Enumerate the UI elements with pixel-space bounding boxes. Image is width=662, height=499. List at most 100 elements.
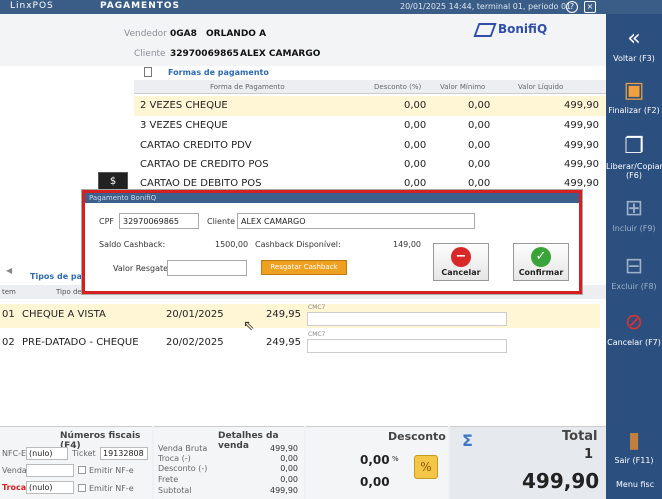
cmc7-input[interactable] bbox=[307, 339, 507, 353]
cancelar-label: Cancelar bbox=[441, 268, 481, 277]
troca-input[interactable]: (nulo) bbox=[26, 481, 74, 494]
desconto-pct[interactable]: 0,00 bbox=[360, 453, 390, 467]
forma-minimo: 0,00 bbox=[468, 159, 491, 170]
venda-label: Venda bbox=[2, 466, 27, 475]
formas-title: Formas de pagamento bbox=[168, 68, 269, 77]
app-name: LinxPOS bbox=[10, 1, 54, 11]
desconto-title: Desconto bbox=[388, 430, 446, 443]
detalhe-value: 499,90 bbox=[270, 444, 298, 453]
cmc7-input[interactable] bbox=[307, 312, 507, 326]
tipo-name: PRE-DATADO - CHEQUE bbox=[22, 337, 139, 348]
pct-sign: % bbox=[392, 455, 399, 463]
forma-name: CARTAO DE CREDITO POS bbox=[140, 159, 269, 170]
ticket-label: Ticket bbox=[72, 449, 96, 458]
formas-row[interactable]: CARTAO DE CREDITO POS 0,00 0,00 499,90 bbox=[134, 155, 606, 175]
liberar-label: Liberar/Copiar (F6) bbox=[606, 162, 662, 180]
tipo-valor: 249,95 bbox=[266, 309, 301, 320]
liberar-button[interactable]: ❐ Liberar/Copiar (F6) bbox=[606, 134, 662, 180]
cpf-input[interactable]: 32970069865 bbox=[119, 213, 199, 229]
cancelar-side-button[interactable]: ⊘ Cancelar (F7) bbox=[606, 310, 662, 347]
col-tipo: Tipo de bbox=[56, 288, 82, 296]
detalhe-value: 0,00 bbox=[280, 464, 298, 473]
formas-row[interactable]: 3 VEZES CHEQUE 0,00 0,00 499,90 bbox=[134, 116, 606, 136]
confirmar-button[interactable]: ✓ Confirmar bbox=[513, 243, 569, 281]
cash-icon[interactable]: $ bbox=[98, 172, 128, 192]
module-title: PAGAMENTOS bbox=[100, 1, 180, 11]
document-icon bbox=[144, 67, 152, 77]
forma-liquido: 499,90 bbox=[564, 100, 599, 111]
emitir-nfe-troca-checkbox[interactable] bbox=[78, 484, 86, 492]
forma-desconto: 0,00 bbox=[404, 120, 427, 131]
col-liquido: Valor Líquido bbox=[518, 83, 564, 91]
resgatar-cashback-button[interactable]: Resgatar Cashback bbox=[261, 260, 347, 275]
cancel-icon: ⊘ bbox=[624, 310, 644, 335]
incluir-label: Incluir (F9) bbox=[612, 224, 656, 233]
collapse-arrow-icon[interactable]: ◀ bbox=[6, 266, 12, 275]
dialog-cliente-input[interactable]: ALEX CAMARGO bbox=[237, 213, 475, 229]
forma-desconto: 0,00 bbox=[404, 140, 427, 151]
emitir-nfe-troca-label: Emitir NF-e bbox=[89, 484, 134, 493]
cliente-code: 32970069865 bbox=[170, 49, 239, 59]
disponivel-value: 149,00 bbox=[393, 240, 421, 249]
detalhe-value: 0,00 bbox=[280, 454, 298, 463]
tipo-data: 20/02/2025 bbox=[166, 337, 224, 348]
confirmar-label: Confirmar bbox=[518, 268, 564, 277]
tipo-item: 02 bbox=[2, 337, 15, 348]
finalizar-button[interactable]: ▣ Finalizar (F2) bbox=[606, 78, 662, 115]
venda-input[interactable] bbox=[26, 464, 74, 477]
voltar-button[interactable]: « Voltar (F3) bbox=[606, 26, 662, 63]
bonifiq-logo-text: BonifiQ bbox=[498, 22, 548, 36]
troca-label: Troca bbox=[2, 483, 27, 492]
total-value: 499,90 bbox=[522, 469, 600, 493]
forma-name: CARTAO CREDITO PDV bbox=[140, 140, 252, 151]
detalhes-panel: Detalhes da venda Venda Bruta 499,90 Tro… bbox=[154, 426, 304, 499]
cmc7-label: CMC7 bbox=[308, 331, 326, 338]
ticket-input[interactable]: 19132808 bbox=[100, 447, 148, 460]
emitir-nfe-label: Emitir NF-e bbox=[89, 466, 134, 475]
tipo-valor: 249,95 bbox=[266, 337, 301, 348]
title-bar: LinxPOS PAGAMENTOS 20/01/2025 14:44, ter… bbox=[0, 0, 662, 14]
formas-row[interactable]: 2 VEZES CHEQUE 0,00 0,00 499,90 bbox=[134, 96, 606, 116]
session-info: 20/01/2025 14:44, terminal 01, periodo 0… bbox=[400, 2, 572, 11]
nfce-label: NFC-E bbox=[2, 449, 27, 458]
detalhe-label: Subtotal bbox=[158, 486, 192, 495]
col-item: tem bbox=[2, 288, 16, 296]
cancelar-button[interactable]: − Cancelar bbox=[433, 243, 489, 281]
excluir-button[interactable]: ⊟ Excluir (F8) bbox=[606, 254, 662, 291]
incluir-button[interactable]: ⊞ Incluir (F9) bbox=[606, 196, 662, 233]
detalhe-value: 499,90 bbox=[270, 486, 298, 495]
emitir-nfe-checkbox[interactable] bbox=[78, 466, 86, 474]
bonifiq-logo: BonifiQ bbox=[473, 22, 576, 44]
add-card-icon: ⊞ bbox=[624, 196, 644, 221]
desconto-valor[interactable]: 0,00 bbox=[360, 475, 390, 489]
sair-button[interactable]: ▮ Sair (F11) bbox=[606, 428, 662, 465]
check-circle-icon: ✓ bbox=[531, 247, 551, 267]
tipo-data: 20/01/2025 bbox=[166, 309, 224, 320]
total-panel: Σ Total 1 499,90 bbox=[450, 426, 606, 499]
discount-tag-icon[interactable]: % bbox=[414, 455, 438, 479]
menu-fiscal-button[interactable]: Menu fisc bbox=[606, 480, 662, 489]
tipos-row[interactable]: 02 PRE-DATADO - CHEQUE 20/02/2025 249,95 bbox=[0, 332, 600, 356]
cashback-dialog: Pagamento BonifiQ CPF 32970069865 Client… bbox=[82, 190, 582, 294]
tipos-row[interactable]: 01 CHEQUE A VISTA 20/01/2025 249,95 bbox=[0, 304, 600, 328]
cliente-name: ALEX CAMARGO bbox=[240, 49, 321, 59]
col-desconto: Desconto (%) bbox=[374, 83, 422, 91]
cmc7-label: CMC7 bbox=[308, 304, 326, 311]
detalhe-label: Troca (-) bbox=[158, 454, 191, 463]
forma-liquido: 499,90 bbox=[564, 140, 599, 151]
close-icon[interactable]: × bbox=[584, 1, 596, 13]
bonifiq-mark-icon bbox=[473, 22, 497, 37]
forma-minimo: 0,00 bbox=[468, 140, 491, 151]
nfce-input[interactable]: (nulo) bbox=[26, 447, 68, 460]
col-forma: Forma de Pagamento bbox=[210, 83, 285, 91]
back-arrow-icon: « bbox=[627, 26, 641, 51]
forma-desconto: 0,00 bbox=[404, 178, 427, 189]
mouse-cursor-icon: ⇖ bbox=[243, 318, 255, 334]
total-title: Total bbox=[562, 429, 598, 444]
forma-name: 2 VEZES CHEQUE bbox=[140, 100, 228, 111]
resgate-input[interactable] bbox=[167, 260, 247, 276]
desconto-panel: Desconto 0,00 % 0,00 % bbox=[306, 426, 448, 499]
help-icon[interactable]: ? bbox=[566, 1, 578, 13]
vendedor-name: ORLANDO A bbox=[206, 29, 267, 39]
formas-row[interactable]: CARTAO CREDITO PDV 0,00 0,00 499,90 bbox=[134, 136, 606, 156]
